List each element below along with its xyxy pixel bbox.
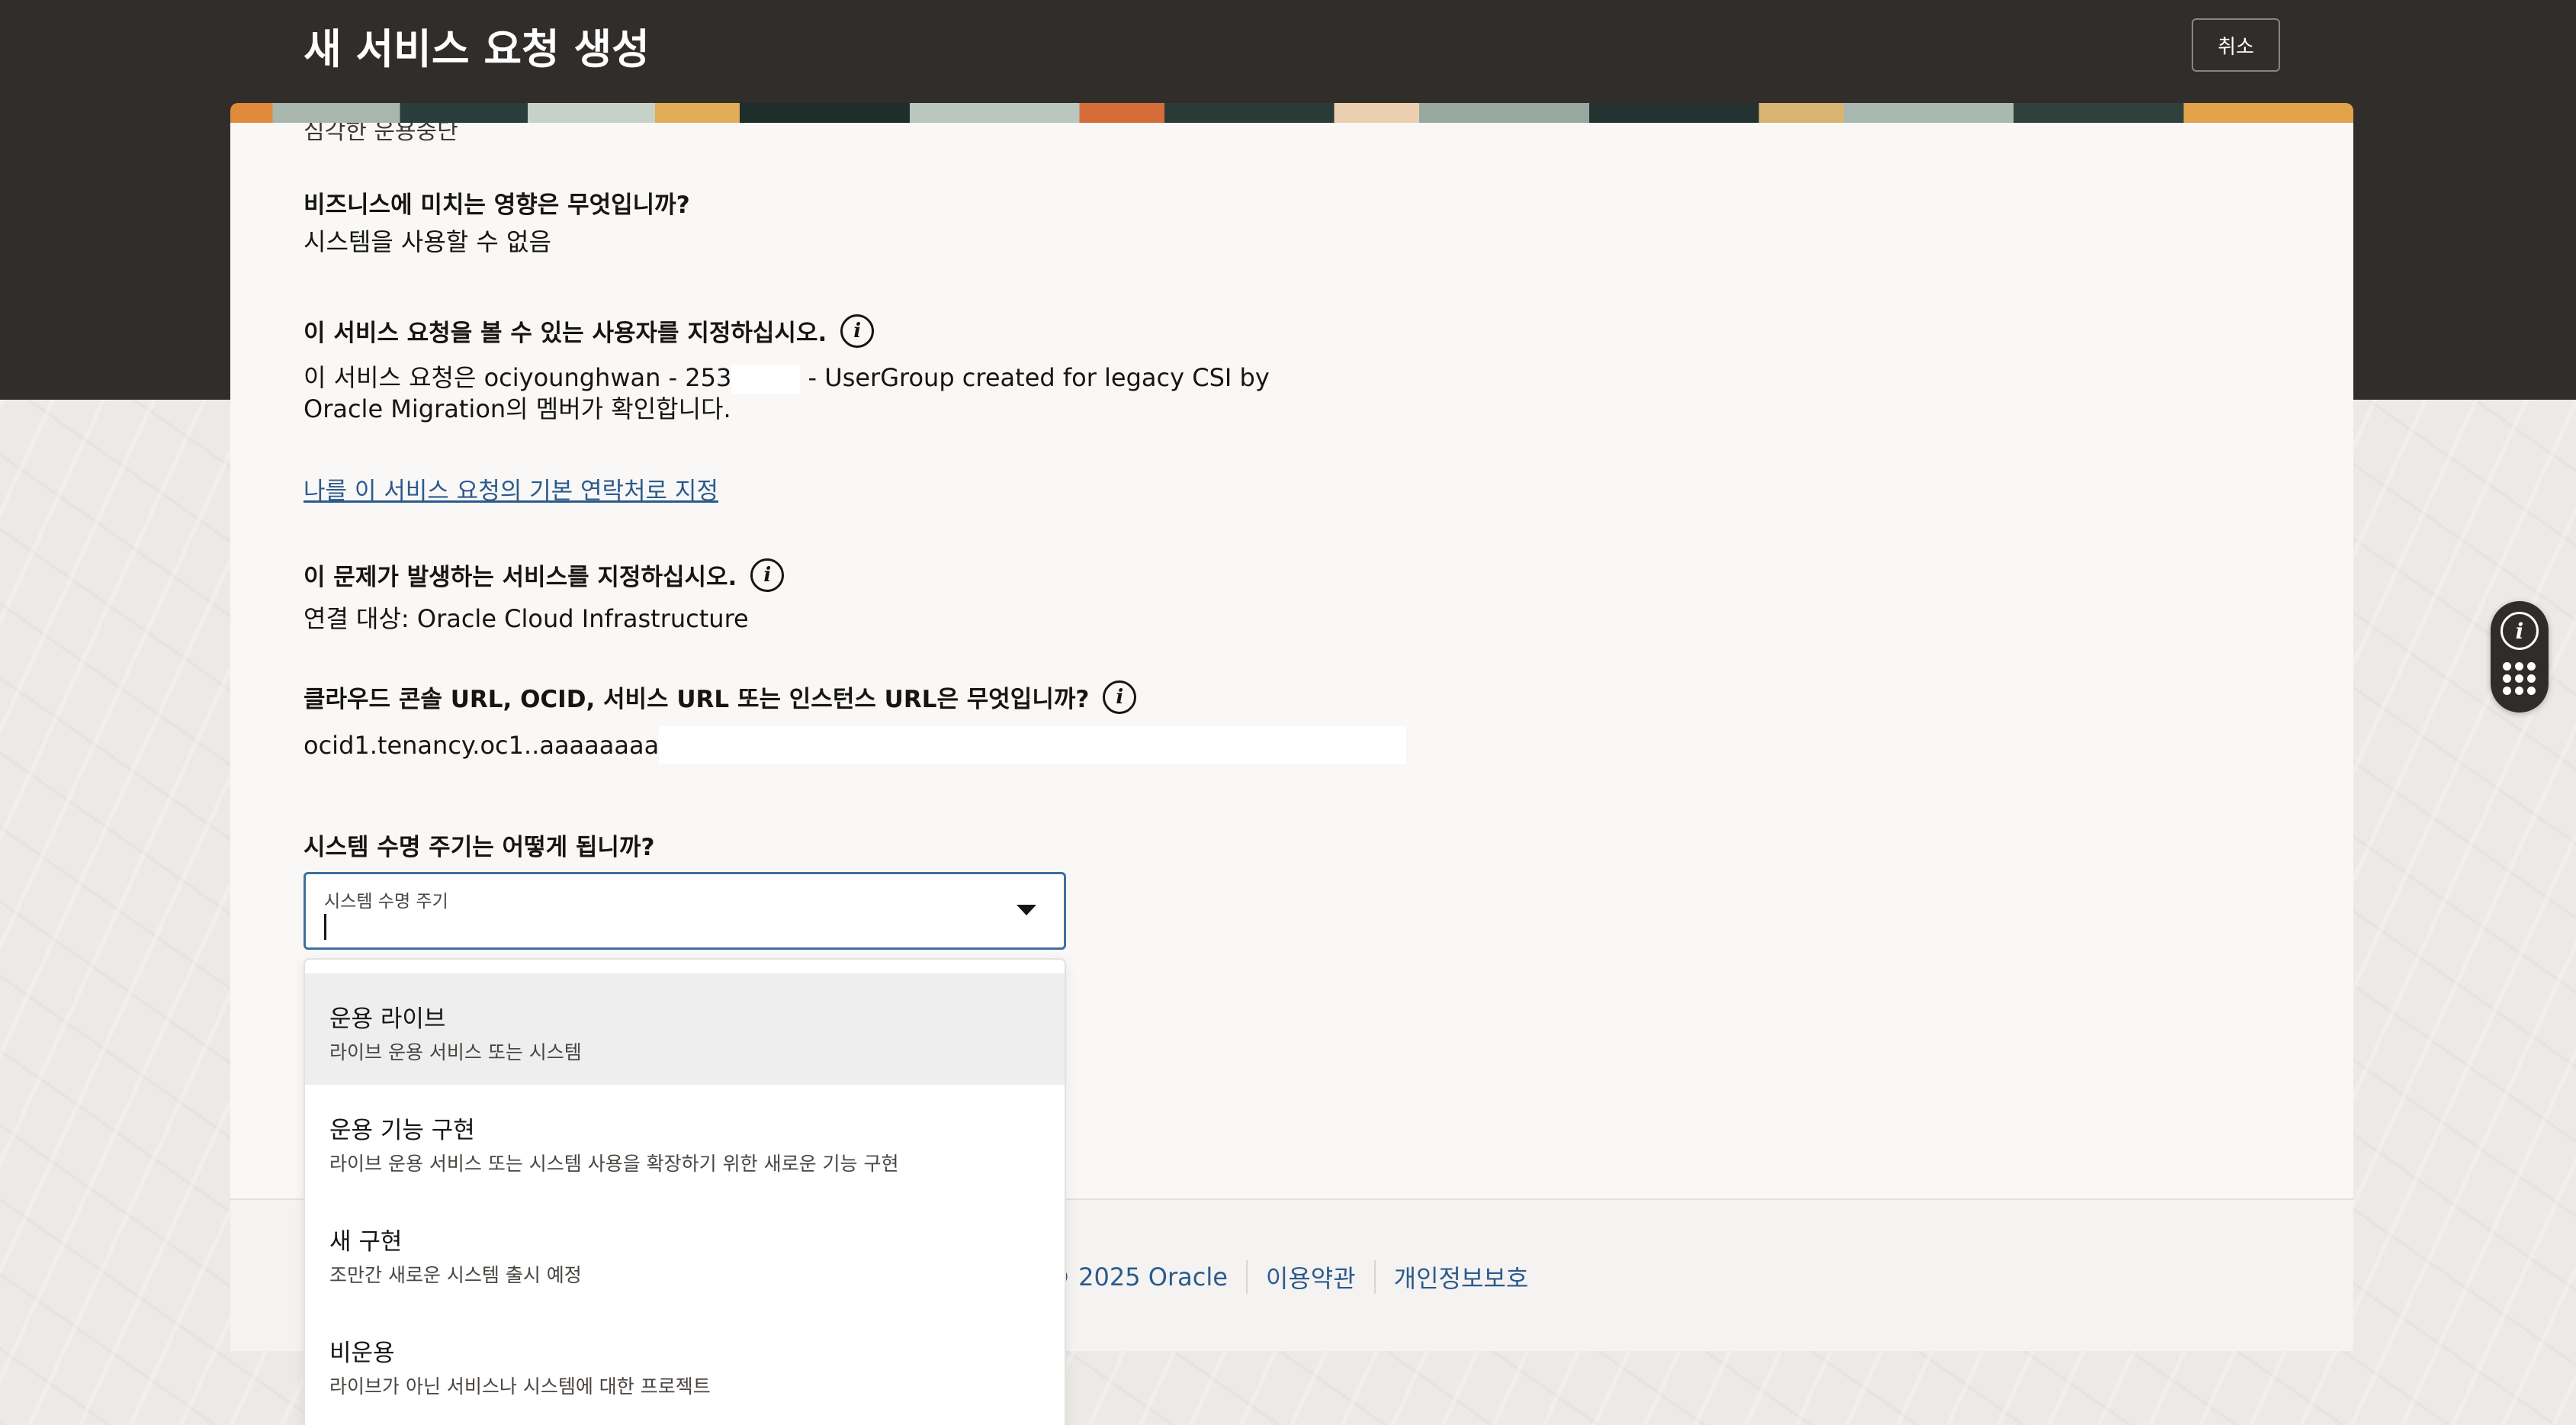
url-question: 클라우드 콘솔 URL, OCID, 서비스 URL 또는 인스턴스 URL은 … <box>304 680 1137 714</box>
visibility-question: 이 서비스 요청을 볼 수 있는 사용자를 지정하십시오. i <box>304 314 875 348</box>
severity-value: 심각한 운용중단 <box>304 123 458 145</box>
info-icon[interactable]: i <box>1103 680 1137 714</box>
visibility-answer: 이 서비스 요청은 ociyounghwan - 253 - UserGroup… <box>304 363 1270 423</box>
lifecycle-select[interactable]: 시스템 수명 주기 <box>304 872 1066 950</box>
info-icon[interactable]: i <box>750 558 785 592</box>
redacted-block <box>659 726 1407 764</box>
option-new-implementation[interactable]: 새 구현 조만간 새로운 시스템 출시 예정 <box>305 1196 1065 1308</box>
chevron-down-icon[interactable] <box>1017 905 1036 915</box>
divider <box>1245 1260 1248 1294</box>
footer-links: © 2025 Oracle 이용약관 개인정보보호 <box>1046 1259 1528 1295</box>
lifecycle-select-label: 시스템 수명 주기 <box>324 892 448 912</box>
header: 새 서비스 요청 생성 취소 <box>230 0 2353 103</box>
business-impact-answer: 시스템을 사용할 수 없음 <box>304 227 551 256</box>
grid-icon[interactable] <box>2503 662 2536 696</box>
privacy-link[interactable]: 개인정보보호 <box>1394 1259 1529 1295</box>
option-non-production[interactable]: 비운용 라이브가 아닌 서비스나 시스템에 대한 프로젝트 <box>305 1308 1065 1419</box>
service-question: 이 문제가 발생하는 서비스를 지정하십시오. i <box>304 558 785 592</box>
floating-help-widget: i <box>2491 601 2549 712</box>
lifecycle-dropdown: 운용 라이브 라이브 운용 서비스 또는 시스템 운용 기능 구현 라이브 운용… <box>304 958 1066 1425</box>
option-production-feature[interactable]: 운용 기능 구현 라이브 운용 서비스 또는 시스템 사용을 확장하기 위한 새… <box>305 1085 1065 1196</box>
service-answer: 연결 대상: Oracle Cloud Infrastructure <box>304 604 749 633</box>
terms-link[interactable]: 이용약관 <box>1266 1259 1356 1295</box>
info-icon[interactable]: i <box>840 314 875 348</box>
lifecycle-question: 시스템 수명 주기는 어떻게 됩니까? <box>304 834 655 861</box>
business-impact-question: 비즈니스에 미치는 영향은 무엇입니까? <box>304 191 690 219</box>
copyright: © 2025 Oracle <box>1046 1263 1228 1292</box>
page-title: 새 서비스 요청 생성 <box>304 25 650 73</box>
option-production-live[interactable]: 운용 라이브 라이브 운용 서비스 또는 시스템 <box>305 973 1065 1085</box>
text-caret <box>324 914 326 940</box>
info-icon[interactable]: i <box>2501 612 2539 650</box>
primary-contact-link[interactable]: 나를 이 서비스 요청의 기본 연락처로 지정 <box>304 471 718 506</box>
redacted-block <box>731 365 801 394</box>
url-answer: ocid1.tenancy.oc1..aaaaaaaa <box>304 726 1407 764</box>
cancel-button[interactable]: 취소 <box>2192 18 2280 72</box>
divider <box>1373 1260 1376 1294</box>
decorative-banner <box>230 103 2353 123</box>
